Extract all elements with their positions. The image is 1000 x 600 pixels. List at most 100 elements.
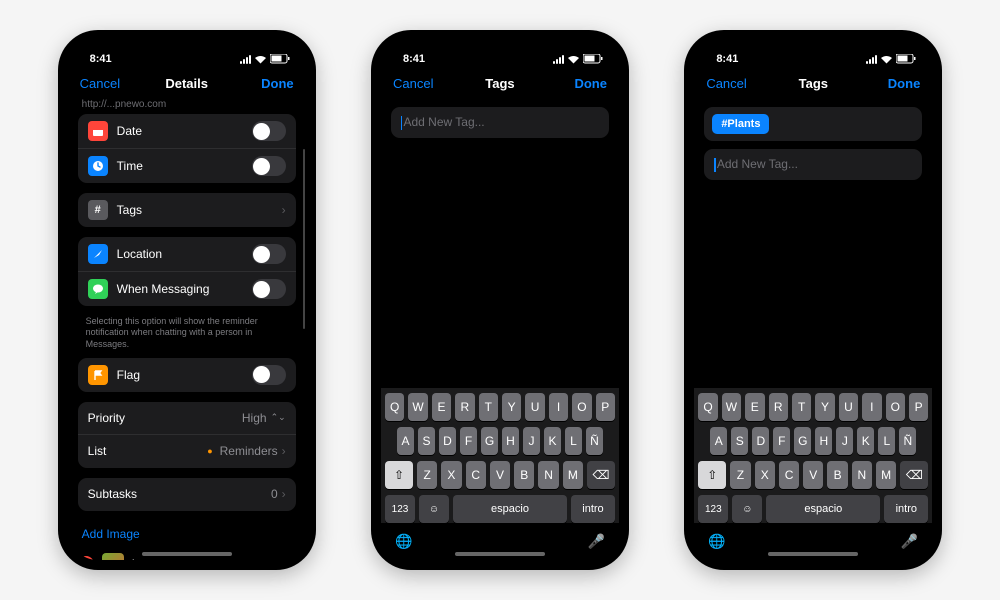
key-h[interactable]: H	[815, 427, 832, 455]
key-q[interactable]: Q	[698, 393, 717, 421]
drag-handle-icon[interactable]: ≡	[287, 556, 295, 560]
keyboard[interactable]: QWERTYUIOP ASDFGHJKLÑ ⇧ ZXCVBNM ⌫ 123 ☺ …	[381, 388, 619, 560]
key-x[interactable]: X	[441, 461, 461, 489]
mic-key[interactable]: 🎤	[901, 533, 918, 550]
key-m[interactable]: M	[563, 461, 583, 489]
key-i[interactable]: I	[549, 393, 568, 421]
numbers-key[interactable]: 123	[698, 495, 728, 523]
key-v[interactable]: V	[803, 461, 823, 489]
mic-key[interactable]: 🎤	[588, 533, 605, 550]
remove-image-button[interactable]	[78, 556, 94, 560]
key-u[interactable]: U	[525, 393, 544, 421]
key-z[interactable]: Z	[417, 461, 437, 489]
key-v[interactable]: V	[490, 461, 510, 489]
key-g[interactable]: G	[794, 427, 811, 455]
key-s[interactable]: S	[418, 427, 435, 455]
emoji-key[interactable]: ☺	[419, 495, 449, 523]
key-p[interactable]: P	[596, 393, 615, 421]
key-q[interactable]: Q	[385, 393, 404, 421]
key-l[interactable]: L	[565, 427, 582, 455]
tag-input[interactable]: Add New Tag...	[704, 149, 922, 180]
key-ñ[interactable]: Ñ	[586, 427, 603, 455]
row-flag[interactable]: Flag	[78, 358, 296, 392]
key-u[interactable]: U	[839, 393, 858, 421]
done-button[interactable]: Done	[553, 76, 607, 91]
key-c[interactable]: C	[779, 461, 799, 489]
key-b[interactable]: B	[514, 461, 534, 489]
key-z[interactable]: Z	[730, 461, 750, 489]
backspace-key[interactable]: ⌫	[900, 461, 928, 489]
key-ñ[interactable]: Ñ	[899, 427, 916, 455]
key-c[interactable]: C	[466, 461, 486, 489]
key-m[interactable]: M	[876, 461, 896, 489]
key-p[interactable]: P	[909, 393, 928, 421]
emoji-key[interactable]: ☺	[732, 495, 762, 523]
key-a[interactable]: A	[710, 427, 727, 455]
enter-key[interactable]: intro	[571, 495, 615, 523]
key-g[interactable]: G	[481, 427, 498, 455]
key-t[interactable]: T	[792, 393, 811, 421]
key-h[interactable]: H	[502, 427, 519, 455]
key-k[interactable]: K	[857, 427, 874, 455]
key-k[interactable]: K	[544, 427, 561, 455]
selected-tags[interactable]: #Plants	[704, 107, 922, 141]
done-button[interactable]: Done	[240, 76, 294, 91]
key-s[interactable]: S	[731, 427, 748, 455]
cancel-button[interactable]: Cancel	[80, 76, 134, 91]
key-e[interactable]: E	[432, 393, 451, 421]
globe-key[interactable]: 🌐	[395, 533, 412, 550]
key-n[interactable]: N	[852, 461, 872, 489]
toggle-time[interactable]	[252, 156, 286, 176]
enter-key[interactable]: intro	[884, 495, 928, 523]
key-w[interactable]: W	[722, 393, 741, 421]
key-j[interactable]: J	[523, 427, 540, 455]
key-r[interactable]: R	[455, 393, 474, 421]
key-n[interactable]: N	[538, 461, 558, 489]
key-w[interactable]: W	[408, 393, 427, 421]
done-button[interactable]: Done	[866, 76, 920, 91]
shift-key[interactable]: ⇧	[698, 461, 726, 489]
key-t[interactable]: T	[479, 393, 498, 421]
numbers-key[interactable]: 123	[385, 495, 415, 523]
key-a[interactable]: A	[397, 427, 414, 455]
home-indicator[interactable]	[142, 552, 232, 556]
key-o[interactable]: O	[886, 393, 905, 421]
key-o[interactable]: O	[572, 393, 591, 421]
row-date[interactable]: Date	[78, 114, 296, 149]
key-x[interactable]: X	[755, 461, 775, 489]
backspace-key[interactable]: ⌫	[587, 461, 615, 489]
tag-input[interactable]: Add New Tag...	[391, 107, 609, 138]
key-f[interactable]: F	[773, 427, 790, 455]
toggle-flag[interactable]	[252, 365, 286, 385]
key-l[interactable]: L	[878, 427, 895, 455]
key-b[interactable]: B	[827, 461, 847, 489]
home-indicator[interactable]	[455, 552, 545, 556]
cancel-button[interactable]: Cancel	[393, 76, 447, 91]
tag-chip[interactable]: #Plants	[712, 114, 769, 134]
url-row[interactable]: http://...pnewo.com	[68, 99, 306, 114]
key-y[interactable]: Y	[815, 393, 834, 421]
space-key[interactable]: espacio	[766, 495, 880, 523]
home-indicator[interactable]	[768, 552, 858, 556]
globe-key[interactable]: 🌐	[708, 533, 725, 550]
key-i[interactable]: I	[862, 393, 881, 421]
key-j[interactable]: J	[836, 427, 853, 455]
toggle-messaging[interactable]	[252, 279, 286, 299]
key-d[interactable]: D	[752, 427, 769, 455]
row-location[interactable]: Location	[78, 237, 296, 272]
row-list[interactable]: List ●Reminders ›	[78, 435, 296, 468]
keyboard[interactable]: QWERTYUIOP ASDFGHJKLÑ ⇧ ZXCVBNM ⌫ 123 ☺ …	[694, 388, 932, 560]
shift-key[interactable]: ⇧	[385, 461, 413, 489]
row-priority[interactable]: Priority High⌃⌄	[78, 402, 296, 435]
toggle-date[interactable]	[252, 121, 286, 141]
space-key[interactable]: espacio	[453, 495, 567, 523]
add-image-button[interactable]: Add Image	[68, 521, 306, 547]
details-content[interactable]: http://...pnewo.com Date Time	[68, 99, 306, 560]
key-f[interactable]: F	[460, 427, 477, 455]
key-y[interactable]: Y	[502, 393, 521, 421]
cancel-button[interactable]: Cancel	[706, 76, 760, 91]
image-thumbnail[interactable]	[102, 553, 124, 560]
row-tags[interactable]: # Tags ›	[78, 193, 296, 227]
row-subtasks[interactable]: Subtasks 0 ›	[78, 478, 296, 511]
key-e[interactable]: E	[745, 393, 764, 421]
